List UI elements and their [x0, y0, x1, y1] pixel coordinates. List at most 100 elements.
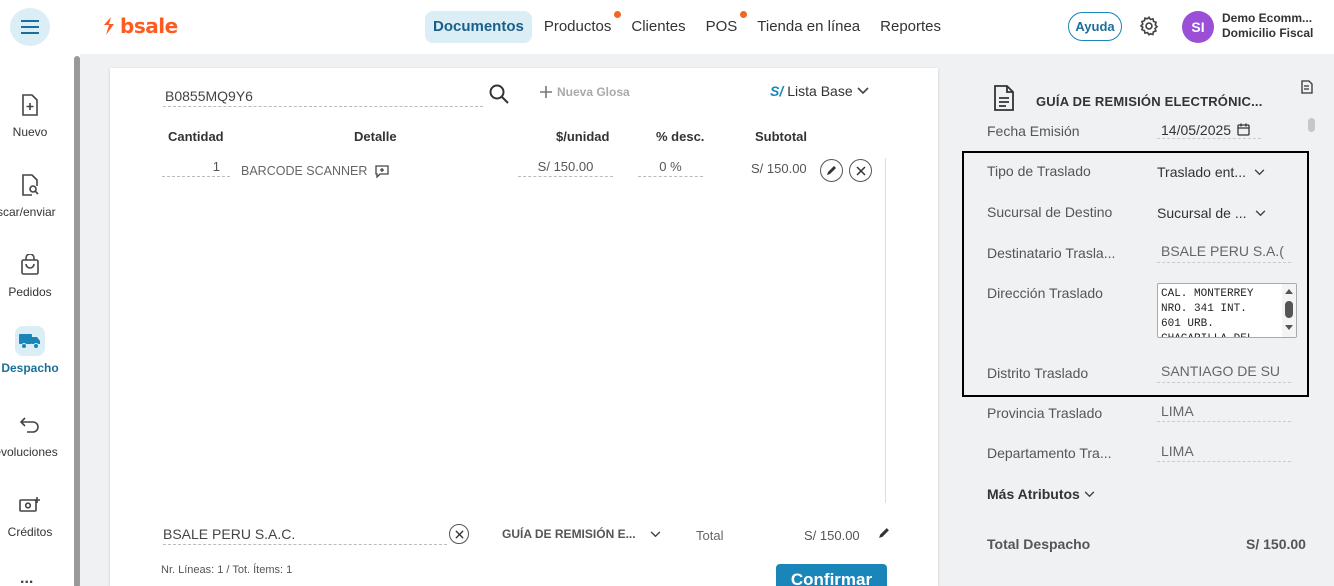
- notification-dot: [740, 11, 748, 18]
- direccion-label: Dirección Traslado: [987, 285, 1103, 301]
- file-plus-icon: [15, 90, 45, 120]
- nueva-glosa-button[interactable]: Nueva Glosa: [540, 85, 630, 99]
- row-subtotal: S/ 150.00: [751, 161, 807, 176]
- chevron-down-icon: [1254, 168, 1265, 175]
- bsale-logo[interactable]: bsale: [102, 14, 178, 38]
- avatar[interactable]: SI: [1182, 11, 1214, 43]
- sidebar-item-pedidos[interactable]: Pedidos: [0, 250, 60, 299]
- sidebar-item-label: Créditos: [7, 525, 53, 539]
- company-subtitle: Domicilio Fiscal: [1222, 26, 1314, 40]
- company-name: Demo Ecomm...: [1222, 11, 1313, 25]
- distrito-input[interactable]: SANTIAGO DE SU: [1161, 363, 1280, 379]
- nueva-glosa-label: Nueva Glosa: [557, 85, 630, 99]
- edit-row-button[interactable]: [820, 159, 843, 182]
- product-code-input[interactable]: [163, 86, 483, 107]
- nav-documentos[interactable]: Documentos: [425, 11, 532, 43]
- top-bar: bsale Documentos Productos Clientes POS …: [0, 0, 1334, 54]
- sidebar-item-label: evoluciones: [0, 445, 58, 459]
- nav-label: Productos: [543, 18, 612, 35]
- row-discount-input[interactable]: 0 %: [638, 159, 703, 177]
- document-type-label: GUÍA DE REMISIÓN E...: [502, 527, 636, 541]
- sidebar-item-buscar[interactable]: uscar/enviar: [0, 170, 60, 219]
- panel-scrollbar[interactable]: [1308, 118, 1315, 132]
- row-quantity-input[interactable]: 1: [162, 159, 230, 177]
- close-icon: [855, 165, 866, 176]
- file-search-icon: [15, 170, 45, 200]
- nav-label: POS: [705, 18, 738, 35]
- lines-count: Nr. Líneas: 1 / Tot. Ítems: 1: [161, 564, 293, 576]
- fecha-emision-value: 14/05/2025: [1161, 121, 1232, 138]
- provincia-label: Provincia Traslado: [987, 405, 1103, 421]
- total-despacho-label: Total Despacho: [987, 536, 1091, 552]
- fecha-emision-field[interactable]: 14/05/2025: [1157, 121, 1261, 139]
- direccion-textarea[interactable]: CAL. MONTERREY NRO. 341 INT. 601 URB. CH…: [1157, 283, 1297, 338]
- gear-icon: [1139, 15, 1159, 36]
- row-unit-price-input[interactable]: S/ 150.00: [518, 159, 613, 177]
- sidebar-item-creditos[interactable]: Créditos: [0, 490, 60, 539]
- departamento-input[interactable]: LIMA: [1161, 443, 1194, 459]
- client-field[interactable]: BSALE PERU S.A.C.: [163, 526, 447, 545]
- nav-clientes[interactable]: Clientes: [621, 11, 695, 43]
- chevron-down-icon: [1084, 490, 1095, 497]
- destinatario-label: Destinatario Trasla...: [987, 245, 1116, 261]
- edit-total-button[interactable]: [878, 526, 890, 544]
- sidebar-item-devoluciones[interactable]: evoluciones: [0, 410, 60, 459]
- confirm-button[interactable]: Confirmar: [776, 564, 887, 586]
- company-info[interactable]: Demo Ecomm... Domicilio Fiscal: [1222, 11, 1313, 41]
- direccion-value: CAL. MONTERREY NRO. 341 INT. 601 URB. CH…: [1161, 288, 1254, 337]
- scroll-up-icon: [1285, 289, 1293, 294]
- tipo-traslado-label: Tipo de Traslado: [987, 163, 1091, 179]
- panel-edit-button[interactable]: [1300, 80, 1313, 99]
- chevron-down-icon: [857, 87, 869, 95]
- column-header-subtotal: Subtotal: [755, 129, 807, 144]
- nav-label: Documentos: [433, 18, 524, 35]
- document-card: Nueva Glosa S/ Lista Base Cantidad Detal…: [110, 68, 938, 586]
- remove-row-button[interactable]: [849, 159, 872, 182]
- nav-label: Tienda en línea: [757, 18, 861, 35]
- nav-pos[interactable]: POS: [696, 11, 748, 43]
- nav-reportes[interactable]: Reportes: [870, 11, 951, 43]
- chevron-down-icon: [650, 530, 660, 537]
- fecha-emision-label: Fecha Emisión: [987, 123, 1080, 139]
- total-label: Total: [696, 528, 724, 543]
- clear-client-button[interactable]: [449, 524, 469, 544]
- search-button[interactable]: [488, 83, 510, 110]
- mas-atributos-toggle[interactable]: Más Atributos: [987, 486, 1095, 502]
- scroll-thumb[interactable]: [1285, 301, 1293, 318]
- sidebar-scrollbar[interactable]: [74, 56, 80, 586]
- destinatario-input[interactable]: BSALE PERU S.A.(: [1161, 243, 1291, 259]
- hamburger-menu-button[interactable]: [10, 8, 50, 46]
- nav-productos[interactable]: Productos: [534, 11, 622, 43]
- provincia-underline: [1157, 421, 1291, 422]
- sidebar-item-label: Despacho: [1, 361, 59, 375]
- settings-button[interactable]: [1138, 15, 1160, 42]
- tipo-traslado-value: Traslado ent...: [1157, 164, 1246, 180]
- document-type-selector[interactable]: GUÍA DE REMISIÓN E...: [502, 527, 661, 541]
- add-comment-icon[interactable]: [375, 164, 390, 178]
- sidebar-item-nuevo[interactable]: Nuevo: [0, 90, 60, 139]
- textarea-scrollbar[interactable]: [1282, 284, 1296, 337]
- price-list-selector[interactable]: S/ Lista Base: [770, 83, 869, 99]
- sidebar-item-label: Nuevo: [12, 125, 48, 139]
- note-edit-icon: [1301, 80, 1313, 94]
- logo-text: bsale: [120, 14, 178, 38]
- row-detail: BARCODE SCANNER: [241, 164, 390, 178]
- provincia-input[interactable]: LIMA: [1161, 403, 1194, 419]
- sucursal-destino-select[interactable]: Sucursal de ...: [1157, 205, 1266, 221]
- total-value: S/ 150.00: [804, 528, 860, 543]
- notification-dot: [614, 11, 622, 18]
- pencil-icon: [827, 166, 836, 175]
- chevron-down-icon: [1255, 209, 1265, 216]
- departamento-underline: [1157, 461, 1291, 462]
- search-icon: [489, 84, 509, 104]
- column-header-detalle: Detalle: [354, 129, 397, 144]
- help-button[interactable]: Ayuda: [1068, 12, 1122, 41]
- sidebar-item-despacho[interactable]: Despacho: [0, 326, 60, 375]
- nav-tienda-en-linea[interactable]: Tienda en línea: [747, 11, 870, 43]
- main-nav: Documentos Productos Clientes POS Tienda…: [425, 11, 951, 43]
- sidebar-item-label: Pedidos: [8, 285, 52, 299]
- nav-label: Clientes: [631, 18, 686, 35]
- sidebar-more[interactable]: ...: [20, 570, 33, 586]
- tipo-traslado-select[interactable]: Traslado ent...: [1157, 164, 1265, 180]
- highlight-box: [962, 151, 1309, 397]
